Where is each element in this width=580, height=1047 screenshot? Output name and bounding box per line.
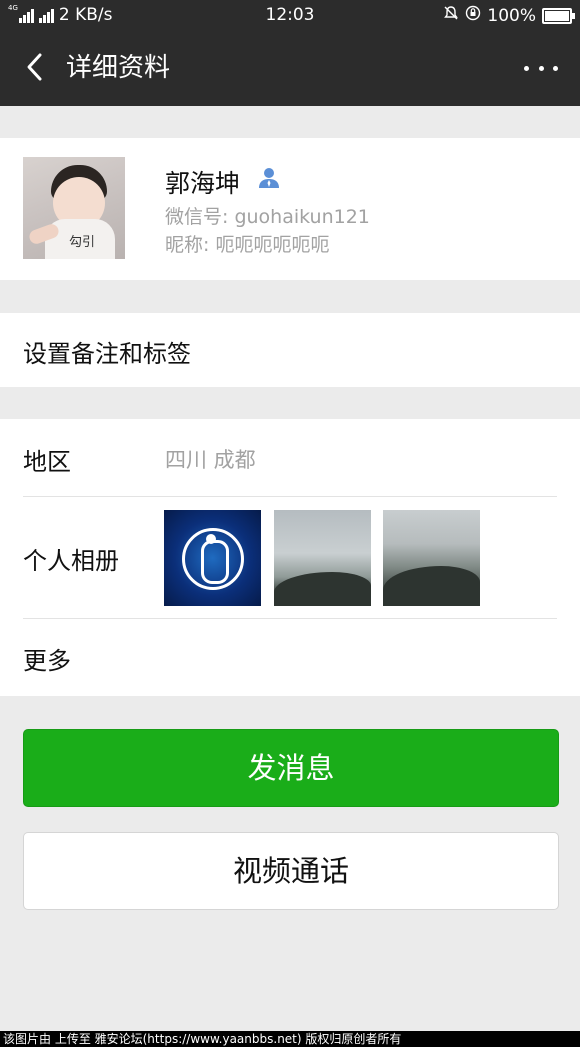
- more-options-button[interactable]: [524, 58, 558, 78]
- more-dot-icon: [553, 65, 558, 71]
- chevron-left-icon: [27, 53, 42, 81]
- album-label: 个人相册: [23, 547, 119, 575]
- region-row: 地区 四川 成都: [0, 419, 580, 496]
- title-bar: 详细资料: [0, 30, 580, 106]
- set-remark-tags-label: 设置备注和标签: [23, 340, 191, 368]
- wechat-id: 微信号: guohaikun121: [165, 206, 370, 228]
- more-dot-icon: [524, 65, 529, 71]
- battery-level: 100%: [487, 5, 536, 26]
- region-label: 地区: [23, 448, 71, 476]
- avatar[interactable]: 勾引: [23, 157, 125, 259]
- album-photo-3[interactable]: [383, 510, 480, 606]
- user-icon: [257, 165, 281, 189]
- nickname: 昵称: 呃呃呃呃呃呃: [165, 234, 330, 256]
- profile-card: 勾引 郭海坤 微信号: guohaikun121 昵称: 呃呃呃呃呃呃: [0, 138, 580, 280]
- status-bar: 4G 2 KB/s 12:03 100%: [0, 0, 580, 30]
- bell-muted-icon: [443, 5, 459, 26]
- region-value: 四川 成都: [165, 448, 256, 472]
- rotation-lock-icon: [465, 5, 481, 26]
- info-card: 地区 四川 成都 个人相册 更多: [0, 419, 580, 696]
- page-title: 详细资料: [66, 53, 171, 83]
- avatar-shirt-text: 勾引: [69, 235, 96, 250]
- more-dot-icon: [538, 65, 544, 71]
- album-photo-2[interactable]: [274, 510, 371, 606]
- video-call-button[interactable]: 视频通话: [23, 832, 559, 910]
- more-label: 更多: [23, 647, 71, 675]
- album-photo-1[interactable]: [164, 510, 261, 606]
- more-row[interactable]: 更多: [0, 619, 580, 696]
- footer-watermark: 该图片由 上传至 雅安论坛(https://www.yaanbbs.net) 版…: [0, 1031, 580, 1047]
- set-remark-tags-row[interactable]: 设置备注和标签: [0, 313, 580, 387]
- send-message-button[interactable]: 发消息: [23, 729, 559, 807]
- contact-name: 郭海坤: [165, 169, 241, 198]
- back-button[interactable]: [20, 50, 54, 84]
- battery-icon: [542, 7, 575, 24]
